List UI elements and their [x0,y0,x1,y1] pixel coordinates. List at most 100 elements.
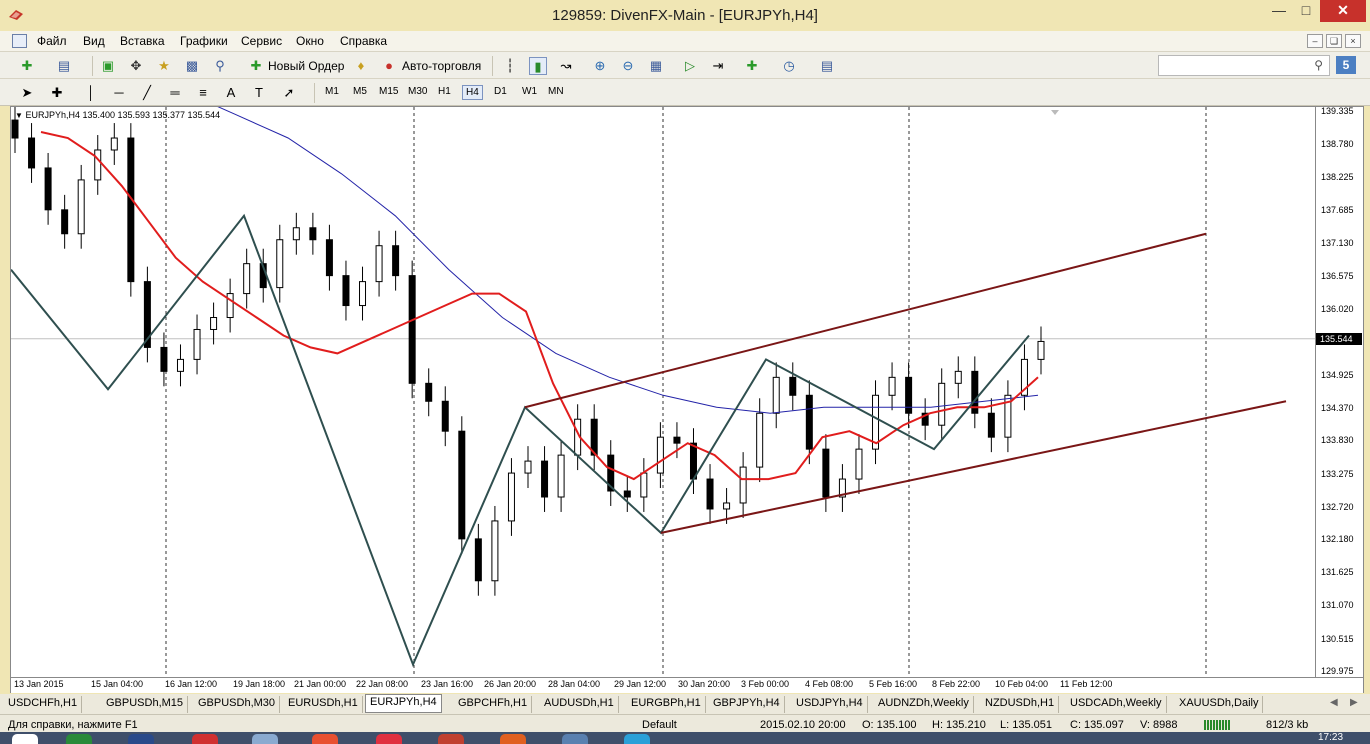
toolbar-separator [92,56,93,76]
menu-tools[interactable]: Сервис [241,34,282,48]
timeframe-mn[interactable]: MN [545,85,567,98]
timeframe-m15[interactable]: M15 [376,85,401,98]
menu-window[interactable]: Окно [296,34,324,48]
profiles-icon[interactable]: ▤ [55,57,73,75]
strategy-tester-icon[interactable]: ⚲ [211,57,229,75]
trendline-icon[interactable]: ╱ [138,84,156,102]
horizontal-line-icon[interactable]: ─ [110,84,128,102]
data-window-icon[interactable]: ✥ [127,57,145,75]
channel-upper-line[interactable] [524,232,1207,409]
timeframe-d1[interactable]: D1 [491,85,510,98]
connection-status-icon[interactable] [1204,720,1230,730]
text-tool-icon[interactable]: A [222,84,240,102]
price-tick-label: 129.975 [1321,666,1354,676]
timeframe-m1[interactable]: M1 [322,85,342,98]
tile-windows-icon[interactable]: ▦ [647,57,665,75]
menu-charts[interactable]: Графики [180,34,228,48]
chart-shift-icon[interactable]: ▷ [681,57,699,75]
periods-clock-icon[interactable]: ◷ [780,57,798,75]
price-chart[interactable]: ▼ EURJPYh,H4 135.400 135.593 135.377 135… [10,106,1316,678]
tab-gbpchf-h1[interactable]: GBPCHFh,H1 [454,696,533,713]
taskbar-app-icon[interactable] [562,734,588,744]
text-label-icon[interactable]: T [250,84,268,102]
menu-file[interactable]: Файл [37,34,67,48]
maximize-button[interactable]: □ [1293,0,1319,22]
taskbar-app-icon[interactable] [192,734,218,744]
tab-eurgbp-h1[interactable]: EURGBPh,H1 [627,696,706,713]
chart-window-icon[interactable] [12,34,27,48]
tab-audusd-h1[interactable]: AUDUSDh,H1 [540,696,619,713]
tab-eurjpy-h4[interactable]: EURJPYh,H4 [365,694,442,713]
taskbar-app-icon[interactable] [128,734,154,744]
child-close-icon[interactable]: × [1345,34,1361,48]
timeframe-m5[interactable]: M5 [350,85,370,98]
terminal-icon[interactable]: ▩ [183,57,201,75]
templates-icon[interactable]: ▤ [818,57,836,75]
tab-nzdusd-h1[interactable]: NZDUSDh,H1 [981,696,1060,713]
search-icon[interactable]: ⚲ [1314,58,1323,72]
start-icon[interactable] [12,734,38,744]
menu-help[interactable]: Справка [340,34,387,48]
timeframe-m30[interactable]: M30 [405,85,430,98]
taskbar-app-icon[interactable] [252,734,278,744]
status-profile[interactable]: Default [642,719,677,731]
tab-usdcad-weekly[interactable]: USDCADh,Weekly [1066,696,1167,713]
timeframe-h1[interactable]: H1 [435,85,454,98]
market-watch-icon[interactable]: ▣ [99,57,117,75]
arrows-icon[interactable]: ➚ [280,84,298,102]
expert-advisors-icon[interactable]: ♦ [352,57,370,75]
vertical-line-icon[interactable]: │ [82,84,100,102]
taskbar-app-icon[interactable] [312,734,338,744]
auto-trading-icon[interactable]: ● [380,57,398,75]
taskbar-app-icon[interactable] [66,734,92,744]
chart-shift-marker-icon[interactable] [1051,110,1059,115]
chart-canvas[interactable] [11,107,1316,678]
cursor-icon[interactable]: ➤ [18,84,36,102]
indicators-icon[interactable]: ✚ [743,57,761,75]
new-order-button[interactable]: Новый Ордер [268,56,344,76]
auto-trading-button[interactable]: Авто-торговля [402,56,481,76]
timeframe-h4[interactable]: H4 [462,85,483,100]
tab-usdjpy-h4[interactable]: USDJPYh,H4 [792,696,868,713]
zoom-in-icon[interactable]: ⊕ [591,57,609,75]
taskbar-app-icon[interactable] [376,734,402,744]
new-order-icon[interactable]: ✚ [247,57,265,75]
timeframe-w1[interactable]: W1 [519,85,540,98]
candle-body [44,167,52,211]
new-chart-icon[interactable]: ✚ [18,57,36,75]
tab-xauusd-daily[interactable]: XAUUSDh,Daily [1175,696,1264,713]
time-scale[interactable]: 13 Jan 2015 15 Jan 04:00 16 Jan 12:00 19 Ja… [10,678,1364,693]
child-minimize-icon[interactable]: – [1307,34,1323,48]
taskbar-app-icon[interactable] [500,734,526,744]
bar-chart-icon[interactable]: ┆ [501,57,519,75]
taskbar-app-icon[interactable] [438,734,464,744]
equidistant-channel-icon[interactable]: ═ [166,84,184,102]
tab-gbpusd-m30[interactable]: GBPUSDh,M30 [194,696,281,713]
taskbar-app-icon[interactable] [624,734,650,744]
crosshair-icon[interactable]: ✚ [48,84,66,102]
channel-lower-line[interactable] [660,400,1287,534]
candle-body [954,370,962,384]
candlestick-chart-icon[interactable]: ▮ [529,57,547,75]
child-restore-icon[interactable]: ❏ [1326,34,1342,48]
tab-gbpusd-m15[interactable]: GBPUSDh,M15 [102,696,189,713]
fibonacci-icon[interactable]: ≡ [194,84,212,102]
tab-gbpjpy-h4[interactable]: GBPJPYh,H4 [709,696,785,713]
zoom-out-icon[interactable]: ⊖ [619,57,637,75]
price-scale[interactable]: 139.335 138.780 138.225 137.685 137.130 136.5… [1316,106,1364,678]
tab-eurusd-h1[interactable]: EURUSDh,H1 [284,696,363,713]
auto-scroll-icon[interactable]: ⇥ [709,57,727,75]
close-button[interactable]: ✕ [1320,0,1366,22]
menu-view[interactable]: Вид [83,34,105,48]
tabs-scroll-right-icon[interactable]: ▶ [1350,697,1358,708]
chart-menu-icon[interactable]: ▼ [15,111,23,120]
menu-insert[interactable]: Вставка [120,34,165,48]
line-chart-icon[interactable]: ↝ [557,57,575,75]
minimize-button[interactable]: — [1266,0,1292,22]
navigator-icon[interactable]: ★ [155,57,173,75]
tab-audnzd-weekly[interactable]: AUDNZDh,Weekly [874,696,974,713]
tabs-scroll-left-icon[interactable]: ◀ [1330,697,1338,708]
help-badge[interactable]: 5 [1336,56,1356,74]
search-input[interactable]: ⚲ [1158,55,1330,76]
tab-usdchf-h1[interactable]: USDCHFh,H1 [4,696,83,713]
